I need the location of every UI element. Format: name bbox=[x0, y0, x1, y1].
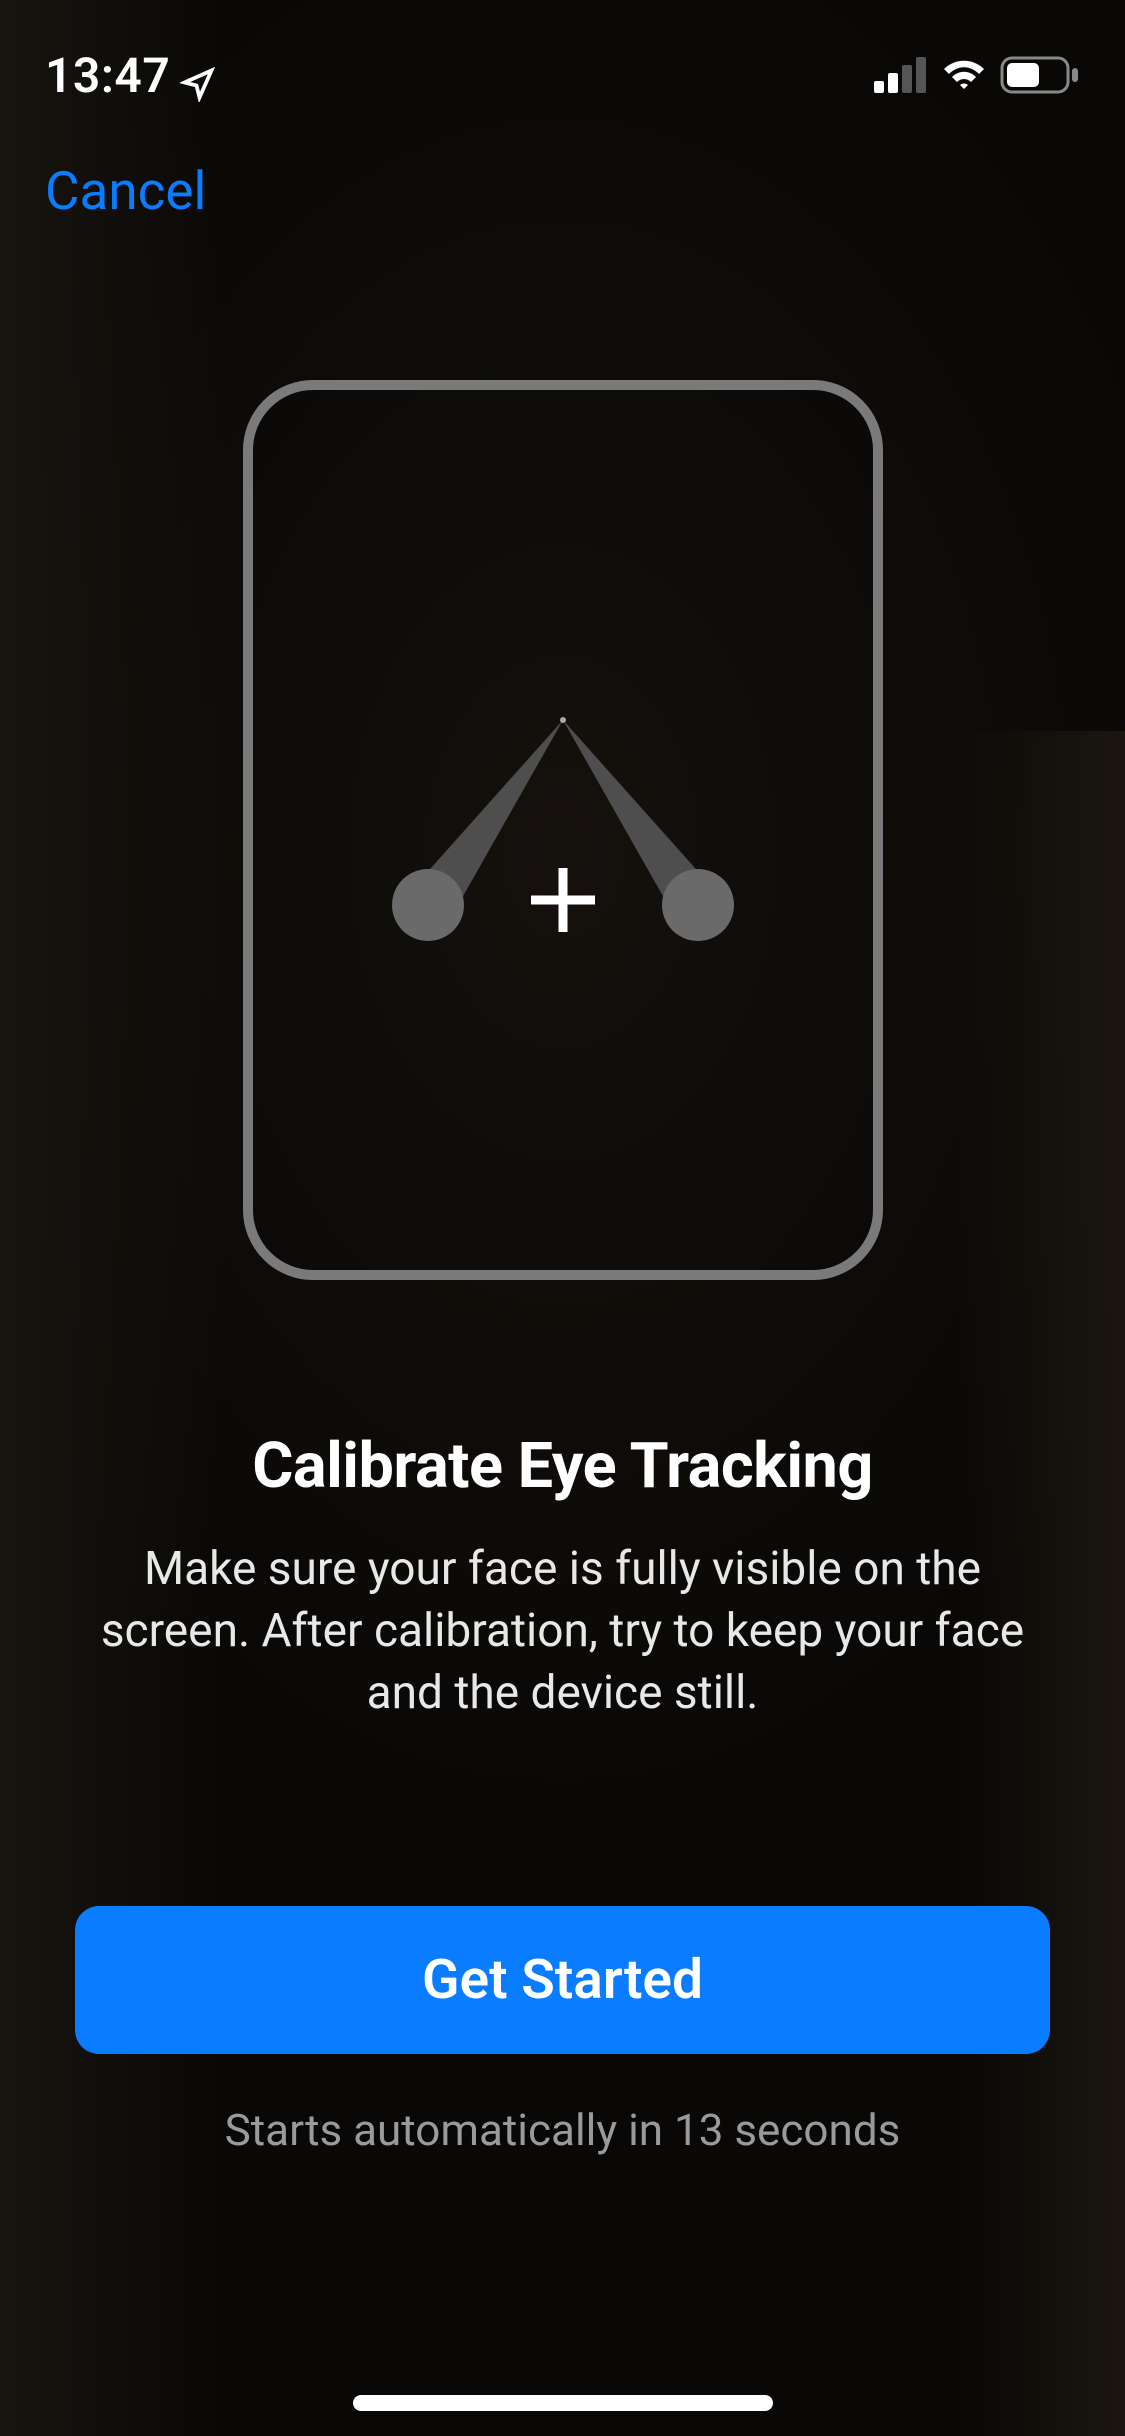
cellular-signal-icon bbox=[874, 57, 928, 93]
countdown-text: Starts automatically in 13 seconds bbox=[75, 2104, 1050, 2156]
page-description: Make sure your face is fully visible on … bbox=[70, 1538, 1055, 1724]
location-icon bbox=[180, 57, 216, 93]
status-bar-left: 13:47 bbox=[45, 47, 216, 104]
eye-tracking-frame-container bbox=[243, 380, 883, 1280]
page-title: Calibrate Eye Tracking bbox=[70, 1430, 1055, 1503]
status-time: 13:47 bbox=[45, 47, 170, 104]
eye-tracking-icon bbox=[323, 680, 803, 980]
status-bar: 13:47 bbox=[0, 0, 1125, 130]
wifi-icon bbox=[940, 57, 988, 93]
cancel-button[interactable]: Cancel bbox=[45, 150, 206, 232]
eye-tracking-frame bbox=[243, 380, 883, 1280]
get-started-button[interactable]: Get Started bbox=[75, 1906, 1050, 2054]
action-area: Get Started Starts automatically in 13 s… bbox=[0, 1906, 1125, 2156]
home-indicator[interactable] bbox=[353, 2395, 773, 2411]
content-area: Calibrate Eye Tracking Make sure your fa… bbox=[0, 1430, 1125, 1724]
battery-icon bbox=[1000, 56, 1080, 94]
navigation-bar: Cancel bbox=[0, 150, 1125, 232]
status-bar-right bbox=[874, 56, 1080, 94]
